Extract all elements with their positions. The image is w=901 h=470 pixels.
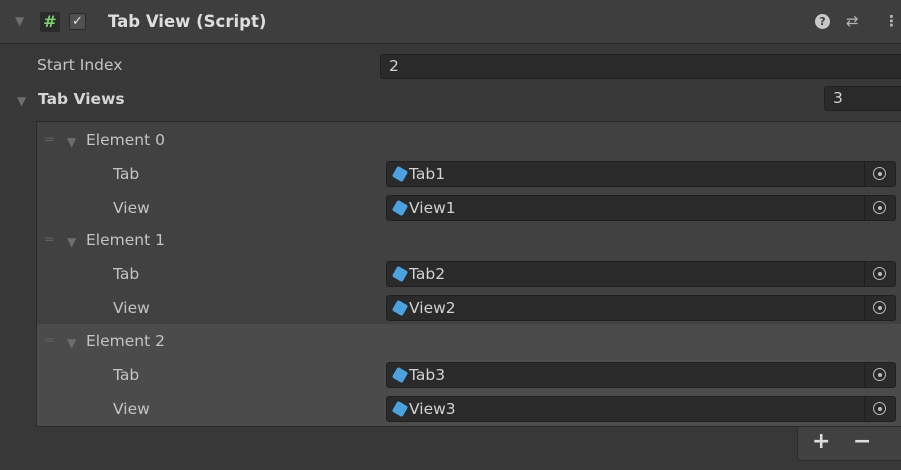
drag-handle-icon[interactable]: ═ bbox=[45, 333, 53, 349]
tab-views-label: Tab Views bbox=[38, 90, 125, 108]
view-label: View bbox=[113, 199, 150, 217]
element-0-label[interactable]: Element 0 bbox=[86, 131, 165, 149]
tab-object-name: Tab2 bbox=[409, 265, 446, 283]
gameobject-icon bbox=[391, 299, 409, 317]
component-foldout-icon[interactable]: ▼ bbox=[15, 14, 24, 28]
tab-label: Tab bbox=[113, 265, 140, 283]
tab-object-field[interactable]: Tab2 bbox=[386, 261, 896, 287]
tab-views-size-field[interactable]: 3 bbox=[824, 86, 901, 111]
start-index-label: Start Index bbox=[37, 56, 123, 74]
drag-handle-icon[interactable]: ═ bbox=[45, 232, 53, 248]
object-picker-button[interactable] bbox=[864, 162, 895, 186]
list-footer: + − bbox=[797, 427, 901, 461]
object-picker-button[interactable] bbox=[864, 196, 895, 220]
object-picker-button[interactable] bbox=[864, 363, 895, 387]
view-object-name: View2 bbox=[409, 299, 456, 317]
object-picker-button[interactable] bbox=[864, 397, 895, 421]
view-object-field[interactable]: View3 bbox=[386, 396, 896, 422]
tab-views-foldout-icon[interactable]: ▼ bbox=[17, 94, 26, 108]
element-foldout-icon[interactable]: ▼ bbox=[67, 235, 76, 249]
gameobject-icon bbox=[391, 366, 409, 384]
view-object-field[interactable]: View1 bbox=[386, 195, 896, 221]
view-label: View bbox=[113, 400, 150, 418]
add-element-button[interactable]: + bbox=[812, 429, 830, 455]
gameobject-icon bbox=[391, 165, 409, 183]
tab-label: Tab bbox=[113, 366, 140, 384]
view-object-name: View3 bbox=[409, 400, 456, 418]
element-foldout-icon[interactable]: ▼ bbox=[67, 336, 76, 350]
tab-object-field[interactable]: Tab1 bbox=[386, 161, 896, 187]
tab-label: Tab bbox=[113, 165, 140, 183]
view-object-field[interactable]: View2 bbox=[386, 295, 896, 321]
gameobject-icon bbox=[391, 265, 409, 283]
component-enabled-checkbox[interactable]: ✓ bbox=[69, 13, 86, 30]
tab-object-name: Tab3 bbox=[409, 366, 446, 384]
gameobject-icon bbox=[391, 199, 409, 217]
tab-object-name: Tab1 bbox=[409, 165, 446, 183]
gameobject-icon bbox=[391, 400, 409, 418]
element-2-label[interactable]: Element 2 bbox=[86, 332, 165, 350]
kebab-menu-icon[interactable]: ⋮ bbox=[884, 12, 899, 30]
remove-element-button[interactable]: − bbox=[853, 429, 871, 455]
view-label: View bbox=[113, 299, 150, 317]
component-title: Tab View (Script) bbox=[108, 12, 267, 31]
object-picker-button[interactable] bbox=[864, 296, 895, 320]
preset-icon[interactable]: ⇄ bbox=[846, 12, 859, 30]
tab-object-field[interactable]: Tab3 bbox=[386, 362, 896, 388]
component-header[interactable]: ▼ # ✓ Tab View (Script) ? ⇄ ⋮ bbox=[0, 0, 901, 44]
view-object-name: View1 bbox=[409, 199, 456, 217]
drag-handle-icon[interactable]: ═ bbox=[45, 132, 53, 148]
csharp-script-icon: # bbox=[40, 12, 60, 32]
start-index-field[interactable]: 2 bbox=[380, 54, 901, 79]
object-picker-button[interactable] bbox=[864, 262, 895, 286]
element-foldout-icon[interactable]: ▼ bbox=[67, 135, 76, 149]
help-icon[interactable]: ? bbox=[815, 14, 830, 29]
element-1-label[interactable]: Element 1 bbox=[86, 231, 165, 249]
